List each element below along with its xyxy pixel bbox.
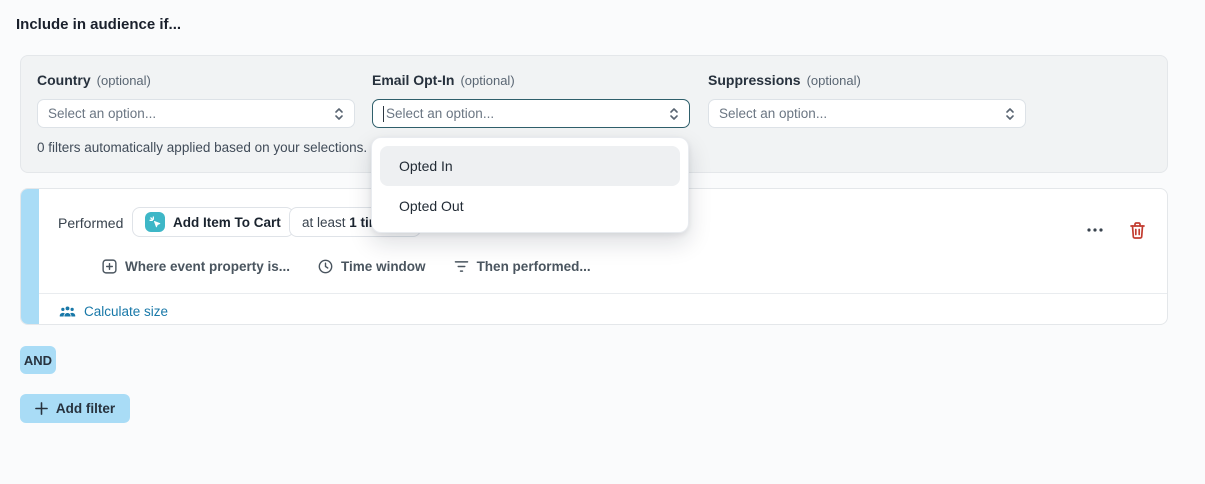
auto-filters-helper-text: 0 filters automatically applied based on…: [37, 140, 367, 155]
ellipsis-icon: [1087, 228, 1103, 232]
performed-label: Performed: [58, 208, 123, 238]
where-event-property-button[interactable]: Where event property is...: [102, 259, 290, 274]
event-click-icon: [145, 212, 165, 232]
calculate-size-link[interactable]: Calculate size: [59, 298, 168, 324]
and-combinator-badge: AND: [20, 346, 56, 374]
event-pill[interactable]: Add Item To Cart: [132, 207, 294, 237]
filter-sub-actions: Where event property is... Time window T…: [102, 255, 591, 277]
calculate-size-label: Calculate size: [84, 304, 168, 319]
email-opt-in-select[interactable]: Select an option...: [372, 99, 690, 128]
chevron-updown-icon: [1005, 106, 1015, 122]
text-caret: [383, 106, 384, 122]
trash-icon: [1130, 222, 1145, 239]
country-field: Country (optional) Select an option...: [37, 72, 355, 128]
chevron-updown-icon: [669, 106, 679, 122]
menu-option-opted-in[interactable]: Opted In: [380, 146, 680, 186]
country-optional-label: (optional): [97, 73, 151, 88]
country-label: Country: [37, 72, 91, 88]
time-window-button[interactable]: Time window: [318, 259, 426, 274]
add-filter-button[interactable]: Add filter: [20, 394, 130, 423]
add-filter-label: Add filter: [56, 401, 115, 416]
suppressions-select[interactable]: Select an option...: [708, 99, 1026, 128]
add-box-icon: [102, 259, 117, 274]
page-title: Include in audience if...: [16, 16, 181, 33]
menu-option-opted-out[interactable]: Opted Out: [380, 186, 680, 226]
suppressions-label: Suppressions: [708, 72, 801, 88]
email-opt-in-field: Email Opt-In (optional) Select an option.…: [372, 72, 690, 128]
email-opt-in-optional-label: (optional): [460, 73, 514, 88]
email-opt-in-select-placeholder: Select an option...: [386, 106, 661, 121]
time-window-label: Time window: [341, 259, 426, 274]
then-performed-label: Then performed...: [477, 259, 591, 274]
event-name: Add Item To Cart: [173, 215, 281, 230]
where-event-property-label: Where event property is...: [125, 259, 290, 274]
country-select[interactable]: Select an option...: [37, 99, 355, 128]
then-performed-button[interactable]: Then performed...: [454, 259, 591, 274]
chevron-updown-icon: [334, 106, 344, 122]
filter-accent-bar: [21, 189, 39, 324]
card-divider: [39, 293, 1167, 294]
delete-filter-button[interactable]: [1119, 215, 1155, 245]
count-prefix: at least: [302, 215, 349, 230]
country-select-placeholder: Select an option...: [48, 106, 326, 121]
clock-icon: [318, 259, 333, 274]
suppressions-field: Suppressions (optional) Select an option.…: [708, 72, 1026, 128]
suppressions-optional-label: (optional): [807, 73, 861, 88]
people-group-icon: [59, 305, 76, 318]
email-opt-in-dropdown-menu: Opted In Opted Out: [371, 137, 689, 233]
more-options-button[interactable]: [1077, 215, 1113, 245]
filter-icon: [454, 260, 469, 273]
plus-icon: [35, 402, 48, 415]
email-opt-in-label: Email Opt-In: [372, 72, 454, 88]
suppressions-select-placeholder: Select an option...: [719, 106, 997, 121]
